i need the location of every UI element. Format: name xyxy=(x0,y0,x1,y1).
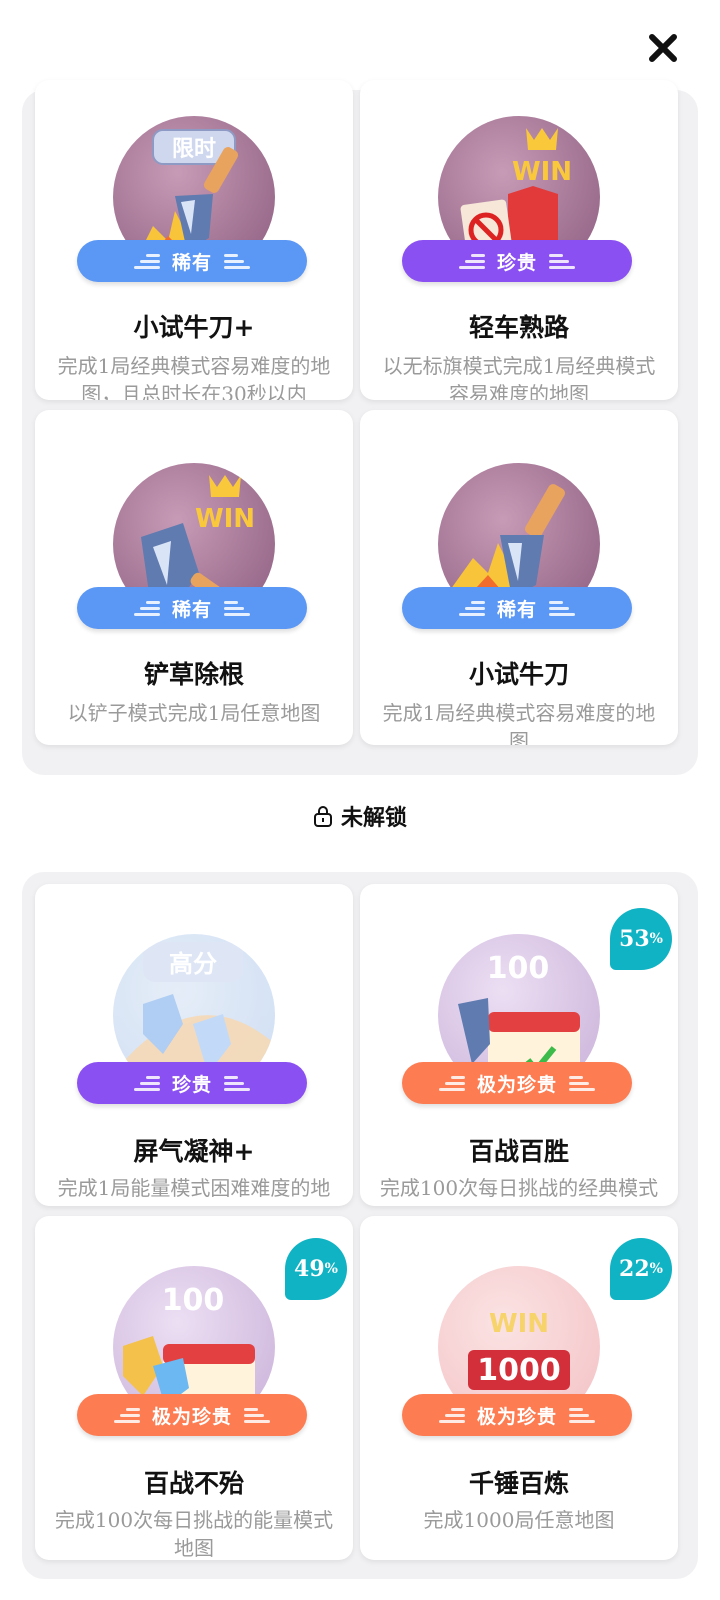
achievement-card[interactable]: 限时 稀有 小试牛刀+ 完成1局经典模式容易难度的地图，且总时长在30秒以内 xyxy=(35,80,353,400)
unlocked-achievements-group: 限时 稀有 小试牛刀+ 完成1局经典模式容易难度的地图，且总时长在30秒以内 W… xyxy=(22,80,698,775)
achievement-title: 轻车熟路 xyxy=(468,313,569,342)
achievement-card[interactable]: WIN 稀有 铲草除根 以铲子模式完成1局任意地图 xyxy=(35,410,353,745)
rarity-badge: 稀有 xyxy=(77,240,307,282)
rarity-badge: 极为珍贵 xyxy=(77,1394,307,1436)
tag-text-secondary: WIN xyxy=(489,1309,549,1339)
achievement-card[interactable]: 稀有 小试牛刀 完成1局经典模式容易难度的地图 xyxy=(360,410,678,745)
achievement-desc: 完成1局经典模式容易难度的地图 xyxy=(382,701,656,745)
achievement-desc: 以无标旗模式完成1局经典模式容易难度的地图 xyxy=(382,354,656,400)
progress-percent-bubble: 49% xyxy=(285,1238,347,1300)
locked-section-label: 未解锁 xyxy=(340,805,407,831)
tag-text: 100 xyxy=(162,1283,225,1318)
tag-text: WIN xyxy=(512,157,572,187)
achievement-desc: 完成1局经典模式容易难度的地图，且总时长在30秒以内 xyxy=(57,354,331,400)
achievement-desc: 完成1000局任意地图 xyxy=(423,1508,615,1532)
rarity-badge: 珍贵 xyxy=(402,240,632,282)
achievement-card[interactable]: 53% 100 极为珍贵 百战百胜 完成100次每日挑战的经典模式地图 xyxy=(360,884,678,1206)
achievement-card[interactable]: 高分 珍贵 屏气凝神+ 完成1局能量模式困难难度的地图 xyxy=(35,884,353,1206)
tag-text: 100 xyxy=(487,951,550,986)
tag-text: 限时 xyxy=(172,137,216,162)
rarity-badge: 极为珍贵 xyxy=(402,1062,632,1104)
progress-percent-bubble: 53% xyxy=(610,908,672,970)
locked-achievements-group: 高分 珍贵 屏气凝神+ 完成1局能量模式困难难度的地图 53% 100 xyxy=(22,872,698,1579)
achievement-title: 屏气凝神+ xyxy=(133,1137,255,1166)
rarity-badge: 稀有 xyxy=(402,587,632,629)
rarity-badge: 极为珍贵 xyxy=(402,1394,632,1436)
achievement-desc: 完成1局能量模式困难难度的地图 xyxy=(57,1176,331,1206)
achievement-title: 百战不殆 xyxy=(143,1469,244,1498)
achievement-title: 千锤百炼 xyxy=(468,1469,569,1498)
achievement-desc: 完成100次每日挑战的能量模式地图 xyxy=(54,1508,334,1560)
tag-text: 高分 xyxy=(169,950,217,978)
achievement-desc: 以铲子模式完成1局任意地图 xyxy=(67,701,321,725)
tag-text: 1000 xyxy=(477,1353,561,1388)
achievement-card[interactable]: WIN 珍贵 轻车熟路 以无标旗模式完成1局经典模式容易难度的地图 xyxy=(360,80,678,400)
locked-section-header: 未解锁 xyxy=(0,800,720,832)
achievement-title: 小试牛刀+ xyxy=(133,313,255,342)
achievement-card[interactable]: 49% 100 极为珍贵 百战不殆 完成100次每日挑战的能量模式地图 xyxy=(35,1216,353,1560)
progress-percent-bubble: 22% xyxy=(610,1238,672,1300)
achievement-title: 铲草除根 xyxy=(143,660,244,689)
tag-text: WIN xyxy=(195,504,255,534)
close-button[interactable] xyxy=(645,30,681,66)
rarity-badge: 珍贵 xyxy=(77,1062,307,1104)
rarity-badge: 稀有 xyxy=(77,587,307,629)
achievement-title: 百战百胜 xyxy=(468,1137,569,1166)
achievement-card[interactable]: 22% WIN 1000 极为珍贵 千锤百炼 完成1000局任意地图 xyxy=(360,1216,678,1560)
achievement-desc: 完成100次每日挑战的经典模式地图 xyxy=(379,1176,659,1206)
achievement-title: 小试牛刀 xyxy=(468,660,569,689)
lock-icon xyxy=(313,806,332,827)
close-icon xyxy=(649,34,677,62)
